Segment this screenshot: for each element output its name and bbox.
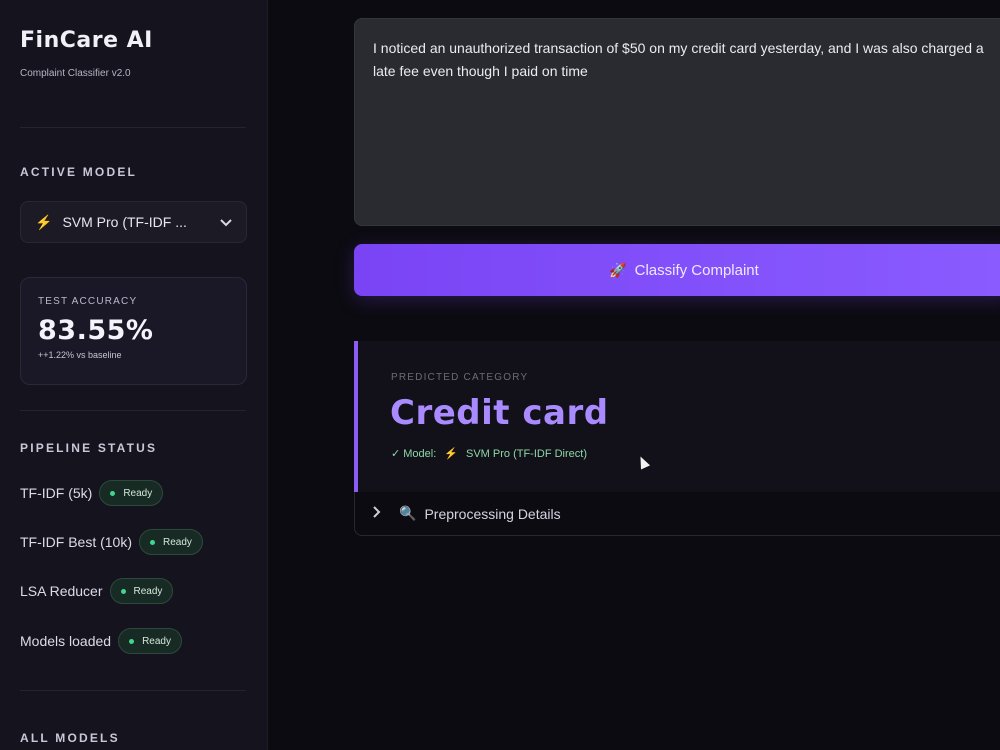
accuracy-card: TEST ACCURACY 83.55% ++1.22% vs baseline bbox=[20, 277, 247, 385]
pipeline-item: Models loaded Ready bbox=[20, 628, 182, 654]
sidebar-divider bbox=[20, 690, 246, 691]
pipeline-item-name: TF-IDF (5k) bbox=[20, 485, 93, 501]
chevron-down-icon bbox=[220, 215, 232, 230]
sidebar-divider bbox=[20, 410, 246, 411]
model-select-value: SVM Pro (TF-IDF ... bbox=[62, 214, 187, 230]
status-badge: Ready bbox=[109, 578, 174, 604]
status-badge: Ready bbox=[99, 480, 164, 506]
status-badge-label: Ready bbox=[142, 635, 171, 647]
magnifier-icon: 🔍 bbox=[399, 505, 417, 521]
status-dot bbox=[129, 638, 135, 644]
status-dot bbox=[120, 588, 126, 594]
classify-button[interactable]: 🚀 Classify Complaint bbox=[354, 244, 1000, 296]
model-prefix: ✓ Model: bbox=[391, 448, 437, 460]
prediction-model: ✓ Model: ⚡ SVM Pro (TF-IDF Direct) bbox=[391, 447, 587, 461]
status-badge-label: Ready bbox=[163, 536, 192, 548]
app-brand: FinCare AI bbox=[20, 28, 153, 53]
status-badge-label: Ready bbox=[133, 585, 163, 597]
bolt-icon: ⚡ bbox=[35, 213, 53, 230]
predicted-category: Credit card bbox=[390, 393, 609, 433]
preprocessing-details-expander[interactable]: 🔍 Preprocessing Details bbox=[354, 492, 1000, 536]
pipeline-item: TF-IDF Best (10k) Ready bbox=[20, 529, 203, 555]
rocket-icon: 🚀 bbox=[609, 261, 627, 278]
app-subtitle: Complaint Classifier v2.0 bbox=[20, 68, 131, 79]
status-badge: Ready bbox=[139, 529, 203, 555]
status-badge-label: Ready bbox=[123, 487, 153, 499]
accuracy-value: 83.55% bbox=[38, 315, 154, 346]
accuracy-label: TEST ACCURACY bbox=[38, 296, 138, 307]
pipeline-status-title: PIPELINE STATUS bbox=[20, 441, 158, 455]
pipeline-item: TF-IDF (5k) Ready bbox=[20, 480, 164, 506]
status-badge: Ready bbox=[118, 628, 182, 654]
bolt-icon: ⚡ bbox=[444, 448, 458, 460]
pipeline-item: LSA Reducer Ready bbox=[20, 578, 174, 604]
prediction-label: PREDICTED CATEGORY bbox=[391, 372, 529, 383]
status-dot bbox=[150, 539, 156, 545]
all-models-title: ALL MODELS bbox=[20, 731, 120, 745]
status-dot bbox=[110, 490, 116, 496]
active-model-title: ACTIVE MODEL bbox=[20, 165, 138, 179]
prediction-card: PREDICTED CATEGORY Credit card ✓ Model: … bbox=[354, 341, 1000, 492]
model-name: SVM Pro (TF-IDF Direct) bbox=[466, 447, 587, 460]
complaint-textarea[interactable]: I noticed an unauthorized transaction of… bbox=[354, 18, 1000, 226]
sidebar-divider bbox=[20, 127, 246, 128]
sidebar: FinCare AI Complaint Classifier v2.0 ACT… bbox=[0, 0, 268, 750]
chevron-right-icon bbox=[373, 506, 381, 521]
model-select[interactable]: ⚡ SVM Pro (TF-IDF ... bbox=[20, 201, 247, 243]
classify-button-label: Classify Complaint bbox=[634, 261, 759, 279]
pipeline-item-name: Models loaded bbox=[20, 633, 112, 649]
details-label: Preprocessing Details bbox=[424, 505, 561, 522]
accuracy-delta: ++1.22% vs baseline bbox=[38, 350, 122, 360]
pipeline-item-name: LSA Reducer bbox=[20, 583, 103, 599]
pipeline-item-name: TF-IDF Best (10k) bbox=[20, 534, 133, 550]
